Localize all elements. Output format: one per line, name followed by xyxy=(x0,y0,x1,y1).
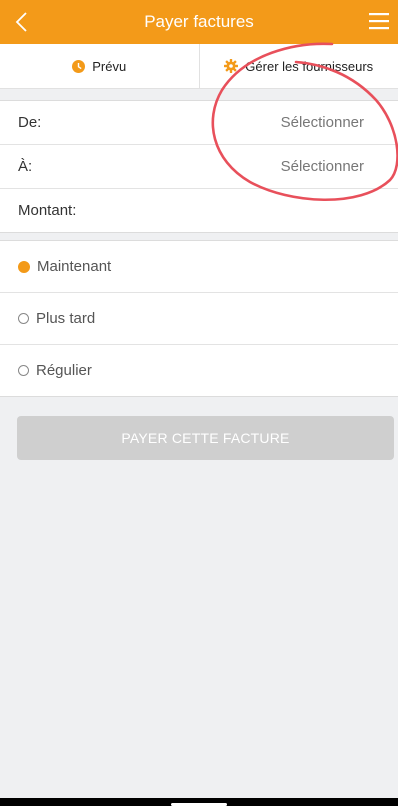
tab-scheduled[interactable]: Prévu xyxy=(0,44,199,88)
app-header: Payer factures xyxy=(0,0,398,44)
system-navigation-bar xyxy=(0,798,398,806)
from-row[interactable]: De: Sélectionner xyxy=(0,101,398,145)
amount-row[interactable]: Montant: xyxy=(0,189,398,232)
option-later[interactable]: Plus tard xyxy=(0,293,398,345)
to-select[interactable]: Sélectionner xyxy=(281,145,364,188)
tab-label: Gérer les fournisseurs xyxy=(245,58,374,74)
from-select[interactable]: Sélectionner xyxy=(281,101,364,144)
radio-unselected-icon[interactable] xyxy=(18,313,29,324)
hamburger-menu-icon[interactable] xyxy=(368,10,390,32)
option-label: Maintenant xyxy=(37,258,112,275)
to-row[interactable]: À: Sélectionner xyxy=(0,145,398,189)
radio-unselected-icon[interactable] xyxy=(18,365,29,376)
pay-bill-button[interactable]: PAYER CETTE FACTURE xyxy=(17,416,394,460)
option-recurring[interactable]: Régulier xyxy=(0,345,398,396)
option-now[interactable]: Maintenant xyxy=(0,241,398,293)
radio-selected-icon[interactable] xyxy=(18,260,30,273)
to-label: À: xyxy=(18,158,33,175)
option-label: Plus tard xyxy=(36,310,96,327)
tab-manage-suppliers[interactable]: Gérer les fournisseurs xyxy=(198,44,398,88)
clock-icon xyxy=(72,59,86,73)
tab-label: Prévu xyxy=(92,58,127,74)
amount-label: Montant: xyxy=(18,202,77,219)
option-label: Régulier xyxy=(36,362,92,379)
tab-bar: Prévu Gérer les fournisseurs xyxy=(0,44,398,89)
gear-icon xyxy=(224,59,239,73)
page-title: Payer factures xyxy=(144,12,254,31)
from-label: De: xyxy=(18,114,42,131)
bill-details-section: De: Sélectionner À: Sélectionner Montant… xyxy=(0,100,398,233)
timing-section: Maintenant Plus tard Régulier xyxy=(0,240,398,397)
